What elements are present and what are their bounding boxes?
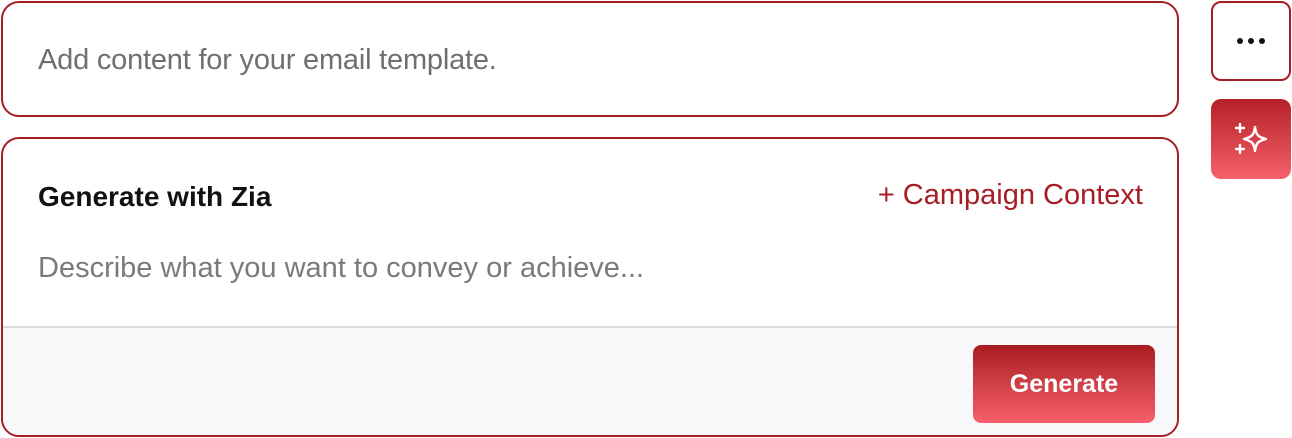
zia-prompt-input[interactable] bbox=[38, 252, 1038, 285]
sparkle-icon bbox=[1234, 122, 1268, 155]
generate-button[interactable]: Generate bbox=[973, 345, 1155, 423]
campaign-context-link[interactable]: + Campaign Context bbox=[878, 179, 1143, 212]
ai-assist-button[interactable] bbox=[1211, 99, 1291, 179]
ellipsis-icon bbox=[1237, 38, 1265, 44]
editor-stage: Add content for your email template. Gen… bbox=[0, 0, 1292, 438]
zia-panel-title: Generate with Zia bbox=[38, 181, 272, 212]
zia-generate-panel: Generate with Zia + Campaign Context Gen… bbox=[1, 137, 1179, 437]
email-content-area[interactable]: Add content for your email template. bbox=[1, 1, 1179, 117]
more-options-button[interactable] bbox=[1211, 1, 1291, 81]
content-placeholder: Add content for your email template. bbox=[38, 44, 497, 76]
zia-panel-footer: Generate bbox=[3, 326, 1177, 435]
